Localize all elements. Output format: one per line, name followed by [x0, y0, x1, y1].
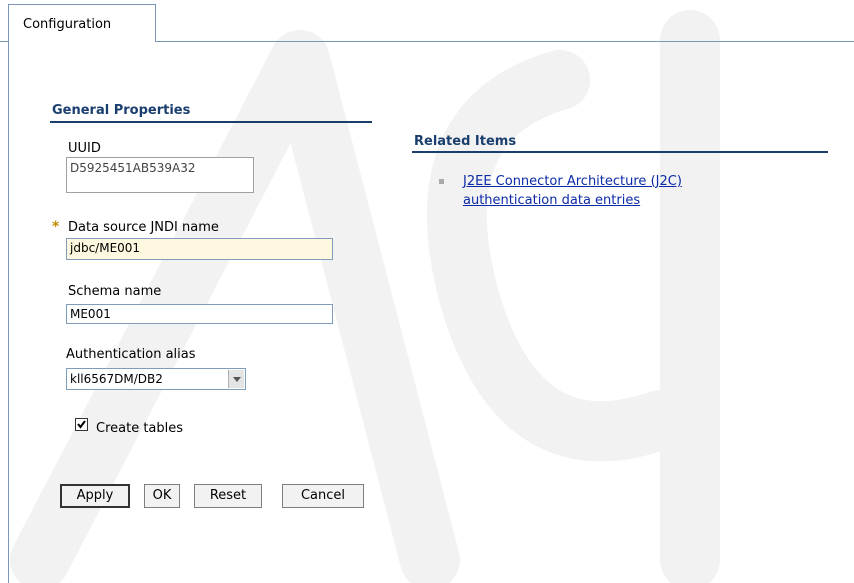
tab-bar: Configuration	[0, 0, 854, 42]
schema-name-label: Schema name	[68, 284, 162, 299]
schema-name-input[interactable]: ME001	[66, 304, 333, 324]
uuid-field: D5925451AB539A32	[66, 157, 254, 193]
jndi-name-label: Data source JNDI name	[68, 220, 219, 235]
general-properties-heading: General Properties	[52, 103, 191, 118]
tab-configuration[interactable]: Configuration	[8, 4, 156, 42]
content-frame-border	[8, 41, 9, 583]
chevron-down-icon[interactable]	[228, 370, 244, 388]
auth-alias-value: kll6567DM/DB2	[70, 372, 163, 386]
ok-button[interactable]: OK	[144, 484, 180, 508]
j2c-auth-entries-link[interactable]: J2EE Connector Architecture (J2C) authen…	[463, 172, 682, 210]
tab-configuration-label: Configuration	[23, 17, 112, 32]
auth-alias-label: Authentication alias	[66, 347, 196, 362]
general-properties-rule	[50, 121, 372, 123]
required-marker: *	[52, 219, 60, 235]
related-items-heading: Related Items	[414, 134, 517, 149]
bullet-icon	[439, 179, 444, 184]
create-tables-label: Create tables	[96, 421, 184, 436]
reset-button[interactable]: Reset	[194, 484, 262, 508]
cancel-button[interactable]: Cancel	[282, 484, 364, 508]
related-items-rule	[412, 151, 828, 153]
uuid-label: UUID	[68, 141, 101, 156]
link-line-2: authentication data entries	[463, 193, 641, 208]
link-line-1: J2EE Connector Architecture (J2C)	[463, 174, 682, 189]
apply-button[interactable]: Apply	[60, 484, 130, 508]
create-tables-checkbox[interactable]	[75, 418, 88, 431]
jndi-name-input[interactable]: jdbc/ME001	[66, 238, 333, 260]
checkmark-icon	[77, 420, 86, 429]
auth-alias-select[interactable]: kll6567DM/DB2	[66, 368, 246, 390]
